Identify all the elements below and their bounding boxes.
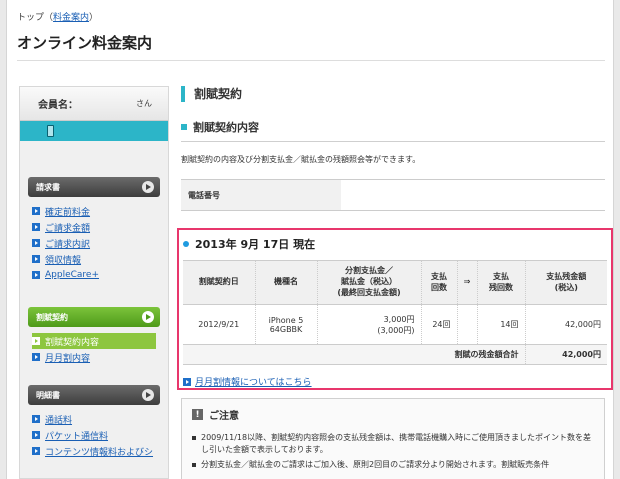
dot-bullet-icon — [183, 241, 189, 247]
table-row: 2012/9/21 iPhone 5 64GBBK 3,000円 (3,000円) … — [183, 304, 607, 345]
arrow-right-icon — [32, 223, 40, 231]
col-installment-amount: 分割支払金／ 賦払金（税込） (最終回支払金額) — [316, 260, 421, 305]
member-suffix: さん — [136, 99, 152, 108]
arrow-right-icon — [32, 271, 40, 279]
arrow-right-icon — [32, 353, 40, 361]
as-of-date: 2013年 9月 17日 現在 — [183, 236, 611, 252]
cell-arrow — [456, 304, 477, 345]
phone-bar — [20, 121, 168, 141]
header: トップ（料金案内） オンライン料金案内 — [17, 10, 607, 53]
subsection-header: 割賦契約内容 — [181, 119, 605, 142]
subsection-title: 割賦契約内容 — [193, 121, 259, 134]
col-remaining-count: 支払 残回数 — [476, 260, 525, 305]
arrow-right-icon — [32, 255, 40, 263]
breadcrumb-top[interactable]: トップ — [17, 13, 44, 23]
col-payment-count: 支払 回数 — [420, 260, 457, 305]
arrow-right-icon — [32, 239, 40, 247]
breadcrumb-link-price-guide[interactable]: 料金案内 — [53, 13, 89, 23]
sidebar-item-applecare[interactable]: AppleCare+ — [32, 267, 156, 283]
notice-list: 2009/11/18以降、割賦契約内容照会の支払残金額は、携帯電話機購入時にご使… — [192, 432, 594, 471]
sidebar-item-unconfirmed-charges[interactable]: 確定前料金 — [32, 203, 156, 219]
sidebar-section-installment[interactable]: 割賦契約 — [28, 307, 160, 327]
chevron-right-icon — [142, 181, 154, 193]
total-value: 42,000円 — [524, 344, 607, 365]
header-divider — [17, 60, 605, 61]
phone-number-table: 電話番号 — [181, 179, 605, 211]
main-content: 割賦契約 割賦契約内容 割賦契約の内容及び分割支払金／賦払金の残額照会等ができま… — [177, 86, 613, 479]
total-label: 割賦の残金額合計 — [183, 344, 525, 365]
arrow-right-icon — [32, 415, 40, 423]
col-remaining-amount: 支払残金額 (税込) — [524, 260, 607, 305]
sidebar-item-call-charges[interactable]: 通話料 — [32, 411, 156, 427]
list-item: 分割支払金／賦払金のご請求はご加入後、原則2回目のご請求分より開始されます。割賦… — [192, 459, 594, 471]
arrow-right-icon — [32, 431, 40, 439]
col-model: 機種名 — [254, 260, 317, 305]
chevron-right-icon — [142, 389, 154, 401]
arrow-right-icon — [32, 337, 40, 345]
contract-highlight-box: 2013年 9月 17日 現在 割賦契約日 機種名 分割支払金／ 賦払金（税込）… — [177, 228, 613, 390]
cell-payment-count: 24回 — [420, 304, 457, 345]
cell-model: iPhone 5 64GBBK — [254, 304, 317, 345]
notice-header: ! ご注意 — [192, 407, 594, 422]
notice-box: ! ご注意 2009/11/18以降、割賦契約内容照会の支払残金額は、携帯電話機購… — [181, 398, 605, 479]
table-total-row: 割賦の残金額合計 42,000円 — [183, 344, 607, 365]
notice-title: ご注意 — [209, 411, 239, 422]
sidebar-item-installment-contract[interactable]: 割賦契約内容 — [32, 333, 156, 349]
sidebar-section-invoice[interactable]: 請求書 — [28, 177, 160, 197]
cell-contract-date: 2012/9/21 — [183, 304, 255, 345]
cell-remaining-count: 14回 — [476, 304, 525, 345]
col-contract-date: 割賦契約日 — [183, 260, 255, 305]
breadcrumb: トップ（料金案内） — [17, 13, 99, 23]
sidebar-item-receipt-info[interactable]: 領収情報 — [32, 251, 156, 267]
sidebar-section-statement[interactable]: 明細書 — [28, 385, 160, 405]
square-bullet-icon — [181, 124, 187, 130]
sidebar-item-billing-breakdown[interactable]: ご請求内訳 — [32, 235, 156, 251]
page: トップ（料金案内） オンライン料金案内 会員名： さん 請求書 確定前料金 ご請… — [6, 0, 614, 479]
list-item: 2009/11/18以降、割賦契約内容照会の支払残金額は、携帯電話機購入時にご使… — [192, 432, 594, 456]
arrow-right-icon — [32, 447, 40, 455]
cell-remaining-amount: 42,000円 — [524, 304, 607, 345]
table-header-row: 割賦契約日 機種名 分割支払金／ 賦払金（税込） (最終回支払金額) 支払 回数… — [183, 260, 607, 305]
sidebar-item-content-charges[interactable]: コンテンツ情報料およびシ — [32, 443, 156, 459]
page-title: オンライン料金案内 — [17, 34, 153, 52]
phone-number-value — [341, 180, 605, 210]
mobile-phone-icon — [47, 125, 54, 137]
installment-table: 割賦契約日 機種名 分割支払金／ 賦払金（税込） (最終回支払金額) 支払 回数… — [183, 260, 607, 365]
arrow-right-icon — [32, 207, 40, 215]
sidebar-item-monthly-discount[interactable]: 月月割内容 — [32, 349, 156, 365]
chevron-right-icon — [142, 311, 154, 323]
member-box: 会員名： さん — [20, 87, 168, 121]
exclamation-icon: ! — [192, 409, 203, 420]
monthly-discount-info-link[interactable]: 月月割情報についてはこちら — [183, 375, 611, 388]
arrow-right-icon — [183, 377, 191, 386]
member-label: 会員名： — [38, 100, 78, 111]
arrow-icon: ⇒ — [456, 260, 477, 305]
section-title: 割賦契約 — [181, 86, 605, 102]
sidebar-item-billing-amount[interactable]: ご請求金額 — [32, 219, 156, 235]
sidebar-list-statement: 通話料 パケット通信料 コンテンツ情報料およびシ — [32, 411, 156, 459]
sidebar: 会員名： さん 請求書 確定前料金 ご請求金額 ご請求内訳 領収情報 Apple… — [19, 86, 169, 479]
phone-number-label: 電話番号 — [181, 180, 341, 210]
description: 割賦契約の内容及び分割支払金／賦払金の残額照会等ができます。 — [181, 155, 421, 164]
cell-installment-amount: 3,000円 (3,000円) — [316, 304, 421, 345]
sidebar-item-packet-charges[interactable]: パケット通信料 — [32, 427, 156, 443]
sidebar-list-invoice: 確定前料金 ご請求金額 ご請求内訳 領収情報 AppleCare+ — [32, 203, 156, 283]
sidebar-list-installment: 割賦契約内容 月月割内容 — [32, 333, 156, 365]
